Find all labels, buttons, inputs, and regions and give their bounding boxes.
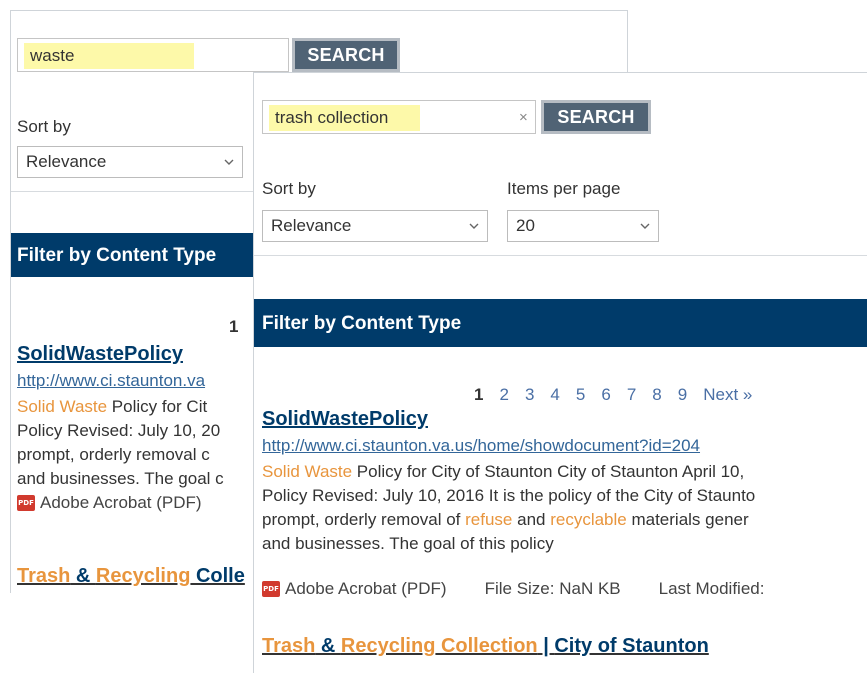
result-line-3: prompt, orderly removal of refuse and re… [262,508,749,532]
search-input-value: waste [24,43,195,69]
result-line-4: and businesses. The goal c [17,469,224,488]
page-5[interactable]: 5 [576,385,585,405]
page-4[interactable]: 4 [550,385,559,405]
title-word: Trash [17,565,71,587]
result-line-3: prompt, orderly removal c [17,445,210,464]
sort-select-value: Relevance [271,216,352,235]
sort-select[interactable]: Relevance [17,146,243,178]
sort-select-value: Relevance [26,152,107,171]
search-input[interactable]: trash collection × [262,100,536,134]
title-word: Colle [190,565,245,587]
keyword-highlight: refuse [465,510,513,529]
next-page-link[interactable]: Next » [703,385,752,405]
result-title[interactable]: SolidWastePolicy [262,408,428,431]
chevron-down-icon [640,223,650,229]
chevron-down-icon [469,223,479,229]
title-word: Recycling [95,565,191,587]
pdf-icon: PDF [262,581,280,597]
next-result-title[interactable]: Trash & Recycling Colle [17,565,245,588]
file-type: Adobe Acrobat (PDF) [40,493,202,512]
search-input-value: trash collection [269,105,421,131]
search-input[interactable]: waste [17,38,289,72]
search-panel-front: trash collection × SEARCH Sort by Items … [253,72,867,673]
result-meta: PDF Adobe Acrobat (PDF) [17,493,202,513]
next-result-title[interactable]: Trash & Recycling Collection | City of S… [262,635,709,658]
sort-label: Sort by [17,117,71,136]
divider [254,255,867,256]
search-button[interactable]: SEARCH [541,100,651,134]
title-word: & [315,635,341,657]
pdf-icon: PDF [17,495,35,511]
result-meta: PDF Adobe Acrobat (PDF) File Size: NaN K… [262,579,764,599]
title-word: | [537,635,555,657]
last-modified: Last Modified: [658,579,765,598]
text: and [512,510,551,529]
page-8[interactable]: 8 [652,385,661,405]
text: materials gener [626,510,749,529]
result-line-4: and businesses. The goal of this policy [262,534,554,553]
title-word: Recycling [340,635,436,657]
text: prompt, orderly removal of [262,510,466,529]
result-line-1: Solid Waste Policy for Cit [17,395,207,419]
title-word: Trash [262,635,316,657]
page-7[interactable]: 7 [627,385,636,405]
result-line-1: Solid Waste Policy for City of Staunton … [262,460,744,484]
items-per-page-label: Items per page [507,179,621,198]
page-2[interactable]: 2 [499,385,508,405]
sort-label: Sort by [262,179,316,198]
pagination: 1 2 3 4 5 6 7 8 9 Next » [474,385,768,405]
keyword-highlight: Solid Waste [17,397,108,416]
page-6[interactable]: 6 [601,385,610,405]
result-title[interactable]: SolidWastePolicy [17,343,183,366]
chevron-down-icon [224,159,234,165]
sort-select[interactable]: Relevance [262,210,488,242]
filter-heading: Filter by Content Type [254,299,867,347]
page-9[interactable]: 9 [678,385,687,405]
result-line-2: Policy Revised: July 10, 20 [17,421,221,440]
title-word: & [70,565,96,587]
result-url[interactable]: http://www.ci.staunton.va [17,371,205,391]
title-word: Collection [435,635,538,657]
file-size: File Size: NaN KB [484,579,621,598]
pagination: 1 [229,317,254,337]
text: Policy for City of Staunton City of Stau… [352,462,745,481]
page-1[interactable]: 1 [474,385,483,405]
search-button[interactable]: SEARCH [292,38,400,72]
items-per-page-value: 20 [516,216,535,235]
keyword-highlight: Solid Waste [262,462,353,481]
page-3[interactable]: 3 [525,385,534,405]
clear-icon[interactable]: × [519,101,528,135]
text: Policy for Cit [107,397,208,416]
items-per-page-select[interactable]: 20 [507,210,659,242]
keyword-highlight: recyclable [550,510,627,529]
result-url[interactable]: http://www.ci.staunton.va.us/home/showdo… [262,436,700,456]
file-type: Adobe Acrobat (PDF) [285,579,447,598]
result-line-2: Policy Revised: July 10, 2016 It is the … [262,486,756,505]
title-word: City of Staunton [554,635,709,657]
page-1[interactable]: 1 [229,317,238,337]
